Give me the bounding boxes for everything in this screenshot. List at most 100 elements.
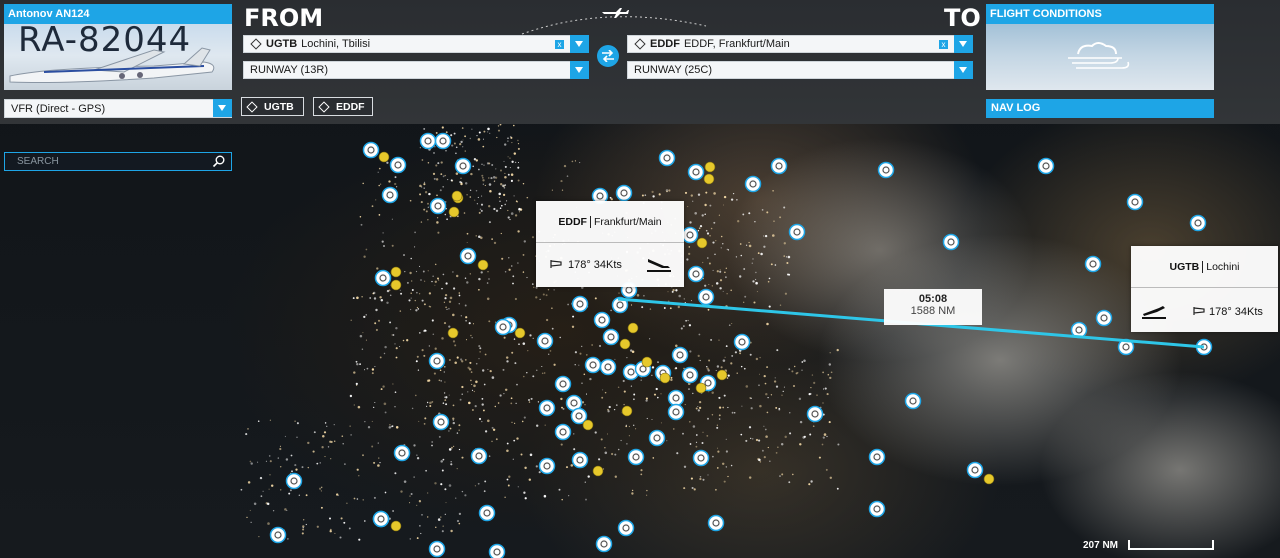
city-light [448, 448, 452, 451]
city-light [371, 372, 374, 375]
flight-plan-type-select[interactable]: VFR (Direct - GPS) [4, 99, 232, 118]
city-light [759, 461, 762, 463]
city-light [466, 194, 468, 196]
city-light [773, 380, 777, 383]
waypoint-diamond-icon [634, 38, 646, 50]
chevron-down-icon[interactable] [570, 61, 589, 79]
city-light [517, 179, 520, 182]
airport-marker-icon [419, 132, 437, 150]
city-light [260, 495, 263, 498]
city-light [483, 130, 486, 133]
city-light [775, 385, 779, 388]
departure-runway-select[interactable]: RUNWAY (13R) [243, 61, 589, 79]
city-light [769, 460, 771, 462]
city-light [473, 390, 475, 393]
city-light [403, 254, 405, 256]
city-light [324, 456, 326, 458]
clear-arrival-icon[interactable]: x [939, 40, 948, 49]
city-light [524, 497, 527, 500]
city-light [423, 280, 426, 282]
chevron-down-icon[interactable] [954, 35, 973, 53]
city-light [410, 492, 413, 496]
city-light [551, 189, 553, 191]
city-light [302, 526, 304, 529]
city-light [717, 450, 720, 453]
city-light [545, 318, 549, 322]
city-light [760, 252, 763, 256]
city-light [829, 376, 832, 380]
city-light [491, 426, 494, 429]
city-light [319, 487, 322, 490]
waypoint-chip-arrival[interactable]: EDDF [313, 97, 373, 116]
city-light [374, 322, 377, 325]
city-light [763, 374, 766, 378]
city-light [498, 192, 501, 196]
city-light [388, 426, 392, 429]
search-icon[interactable] [212, 155, 225, 168]
city-light [359, 334, 363, 338]
city-light [461, 456, 464, 459]
airport-marker-icon [595, 535, 613, 553]
city-light [350, 319, 352, 321]
chevron-down-icon[interactable] [570, 35, 589, 53]
city-light [607, 408, 609, 411]
city-light [319, 462, 321, 464]
city-light [380, 298, 384, 302]
city-light [670, 307, 672, 309]
city-light [489, 132, 491, 135]
arrival-airport-card[interactable]: EDDF Frankfurt/Main 178° 34Kts [536, 201, 684, 287]
city-light [487, 419, 490, 423]
city-light [373, 461, 376, 464]
city-light [646, 489, 648, 492]
airport-marker-icon [733, 333, 751, 351]
city-light [294, 420, 296, 422]
city-light [774, 264, 777, 266]
city-light [423, 423, 426, 425]
city-light [441, 337, 444, 340]
nav-log-button[interactable]: NAV LOG [986, 99, 1214, 118]
city-light [701, 442, 704, 444]
city-light [655, 387, 658, 391]
city-light [484, 480, 487, 483]
airport-marker-icon [434, 132, 452, 150]
clear-departure-icon[interactable]: x [555, 40, 564, 49]
chevron-down-icon[interactable] [213, 99, 232, 117]
swap-airports-button[interactable] [597, 45, 619, 67]
arrival-airport-field[interactable]: EDDF EDDF, Frankfurt/Main x [627, 35, 973, 53]
departure-airport-card[interactable]: UGTB Lochini 178° 34Kts [1131, 246, 1278, 332]
swap-icon [602, 50, 614, 62]
airport-marker-icon [554, 423, 572, 441]
city-light [419, 184, 422, 188]
city-light [478, 357, 480, 360]
city-light [416, 306, 419, 309]
city-light [429, 401, 432, 405]
city-light [518, 207, 521, 211]
departure-airport-field[interactable]: UGTB Lochini, Tbilisi x [243, 35, 589, 53]
arrival-runway-select[interactable]: RUNWAY (25C) [627, 61, 973, 79]
city-light [614, 475, 617, 478]
city-light [535, 296, 538, 299]
city-light [294, 464, 297, 467]
city-light [712, 241, 715, 244]
waypoint-chip-label: EDDF [336, 100, 365, 113]
aircraft-selector[interactable]: RA-82044 Antonov AN124 [4, 4, 232, 90]
city-light [423, 183, 426, 186]
city-light [269, 474, 271, 476]
city-light [482, 179, 485, 182]
city-light [535, 465, 538, 468]
chevron-down-icon[interactable] [954, 61, 973, 79]
airport-marker-icon [617, 519, 635, 537]
city-light [443, 392, 446, 394]
city-light [507, 137, 509, 139]
city-light [585, 393, 588, 395]
city-light [726, 248, 728, 250]
waypoint-chip-departure[interactable]: UGTB [241, 97, 304, 116]
search-input[interactable] [17, 156, 197, 167]
city-light [695, 441, 698, 443]
city-light [506, 478, 509, 481]
flight-conditions-panel[interactable]: FLIGHT CONDITIONS [986, 4, 1214, 90]
city-light [359, 216, 362, 218]
city-light [574, 364, 576, 366]
search-bar[interactable] [4, 152, 232, 171]
city-light [459, 398, 462, 401]
